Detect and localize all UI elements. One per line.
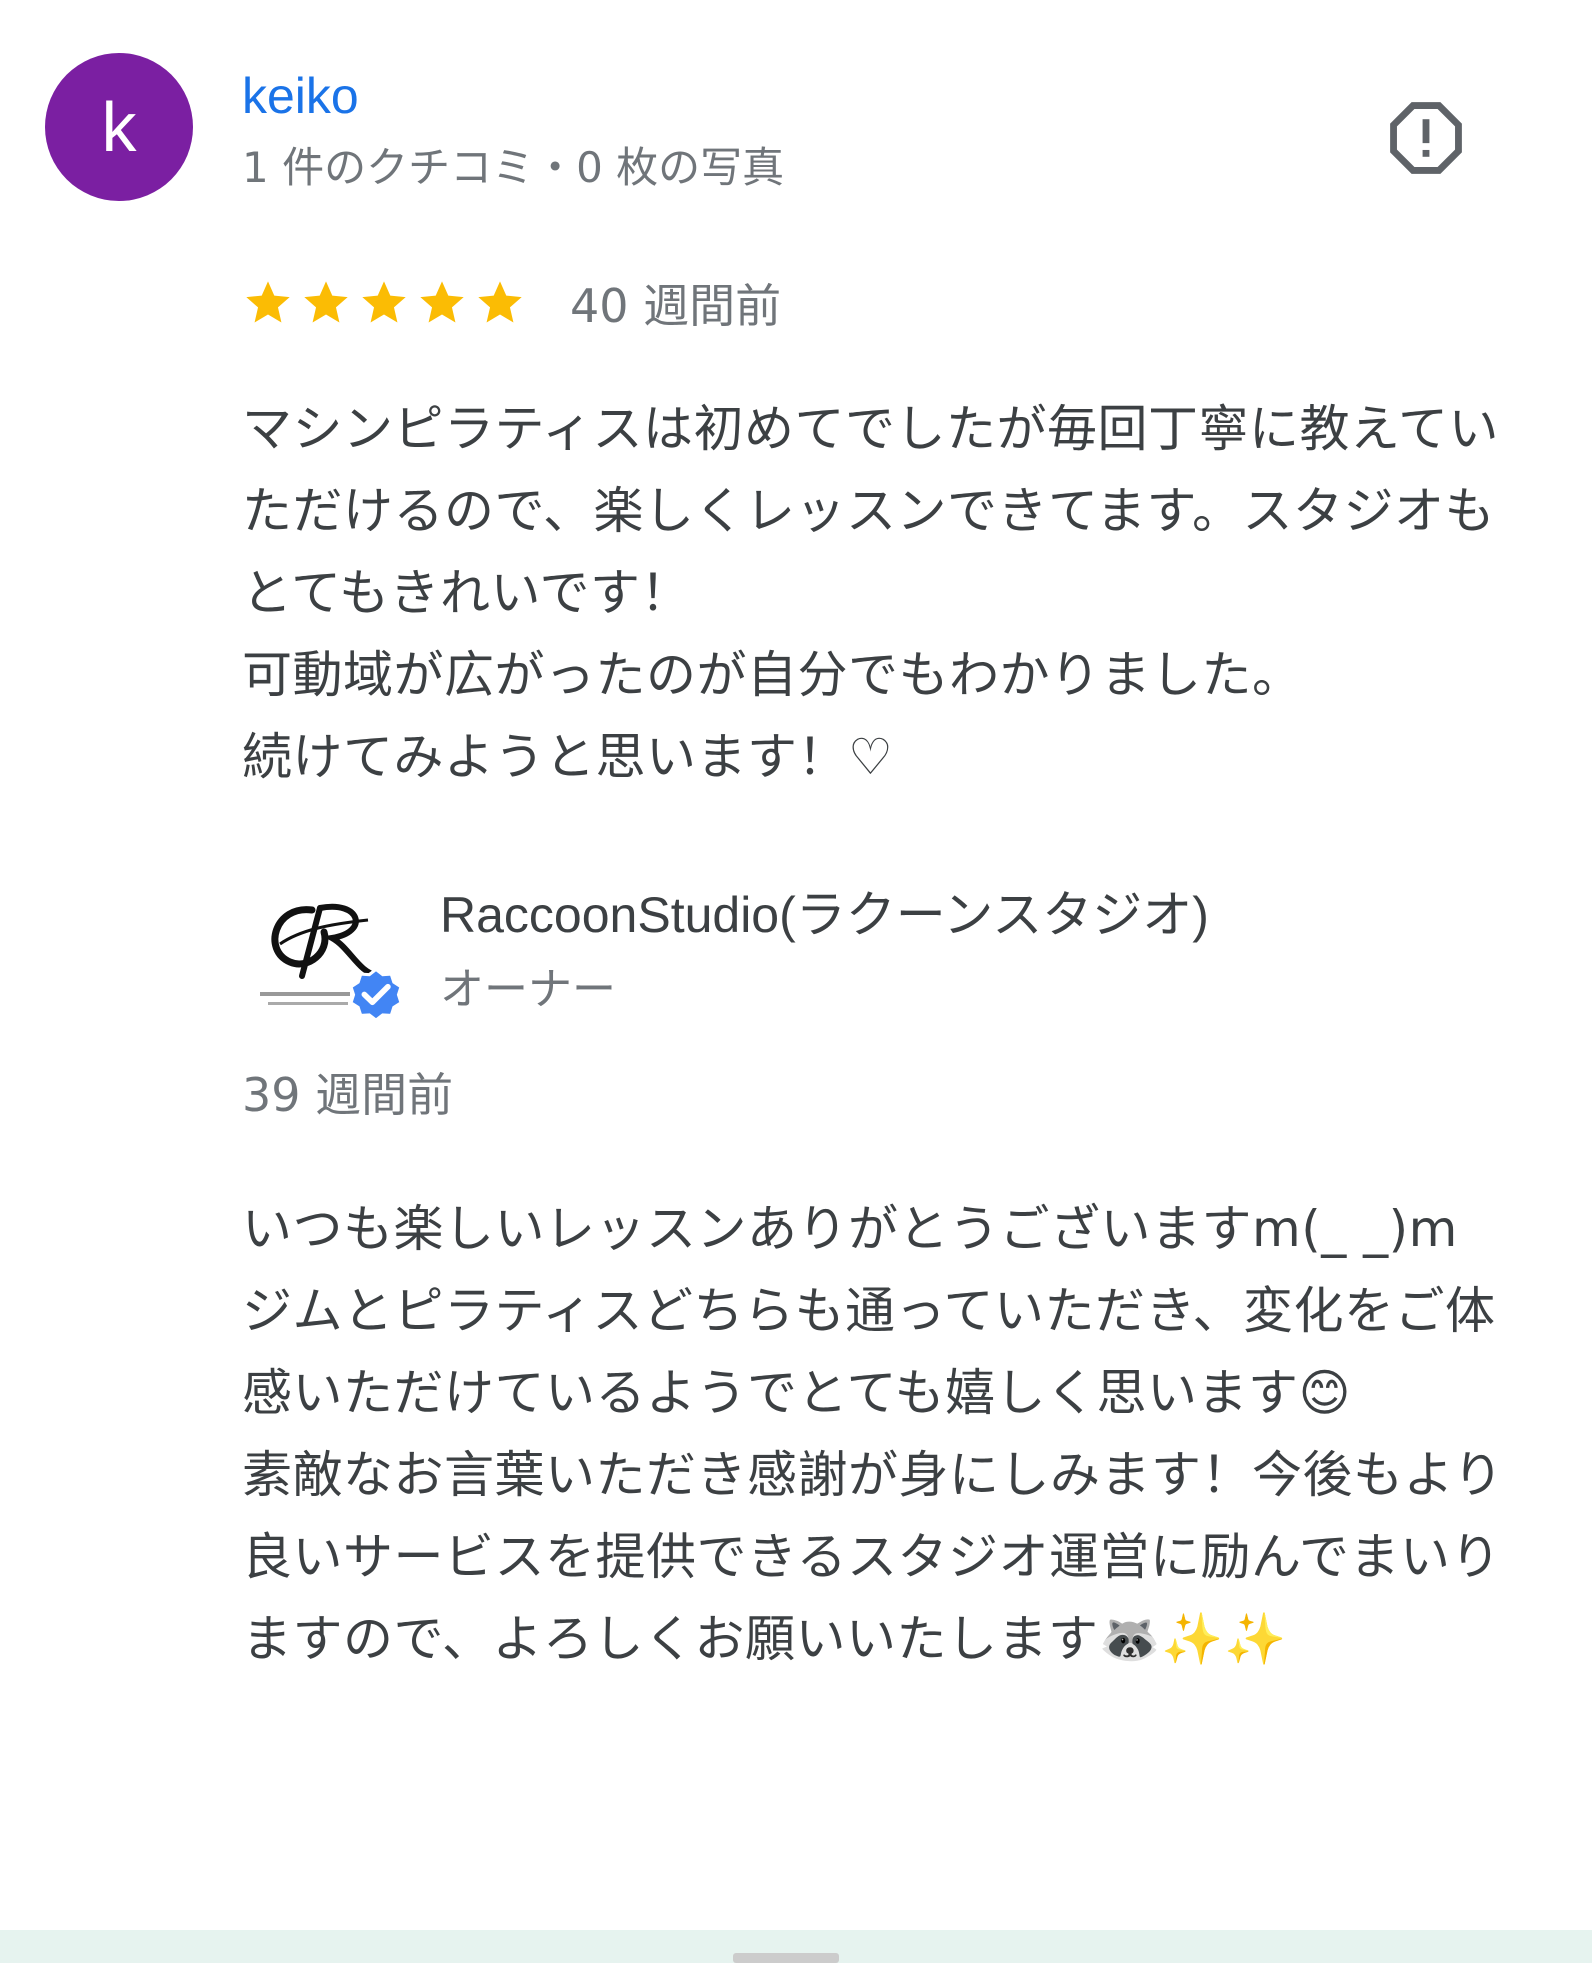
reviewer-avatar[interactable]: k	[45, 53, 193, 201]
owner-name: RaccoonStudio(ラクーンスタジオ)	[440, 887, 1209, 943]
verified-badge-icon	[349, 967, 403, 1023]
star-icon	[246, 281, 290, 323]
reply-time: 39 週間前	[242, 1068, 454, 1122]
star-icon	[304, 281, 348, 323]
report-flag-icon[interactable]	[1385, 97, 1467, 179]
avatar-letter: k	[101, 88, 137, 166]
star-rating	[242, 277, 532, 329]
scroll-handle[interactable]	[733, 1953, 839, 1963]
review-text: マシンピラティスは初めてでしたが毎回丁寧に教えていただけるので、楽しくレッスンで…	[242, 400, 1499, 786]
reviewer-name[interactable]: keiko	[242, 62, 359, 130]
owner-role: オーナー	[440, 964, 616, 1015]
review-time: 40 週間前	[570, 279, 782, 333]
star-icon	[362, 281, 406, 323]
star-icon	[420, 281, 464, 323]
reply-text: いつも楽しいレッスンありがとうございますm(_ _)m ジムとピラティスどちらも…	[242, 1200, 1504, 1668]
rating-row: 40 週間前	[242, 268, 781, 338]
reviewer-stats: 1 件のクチコミ・0 枚の写真	[242, 143, 785, 192]
star-icon	[478, 281, 522, 323]
